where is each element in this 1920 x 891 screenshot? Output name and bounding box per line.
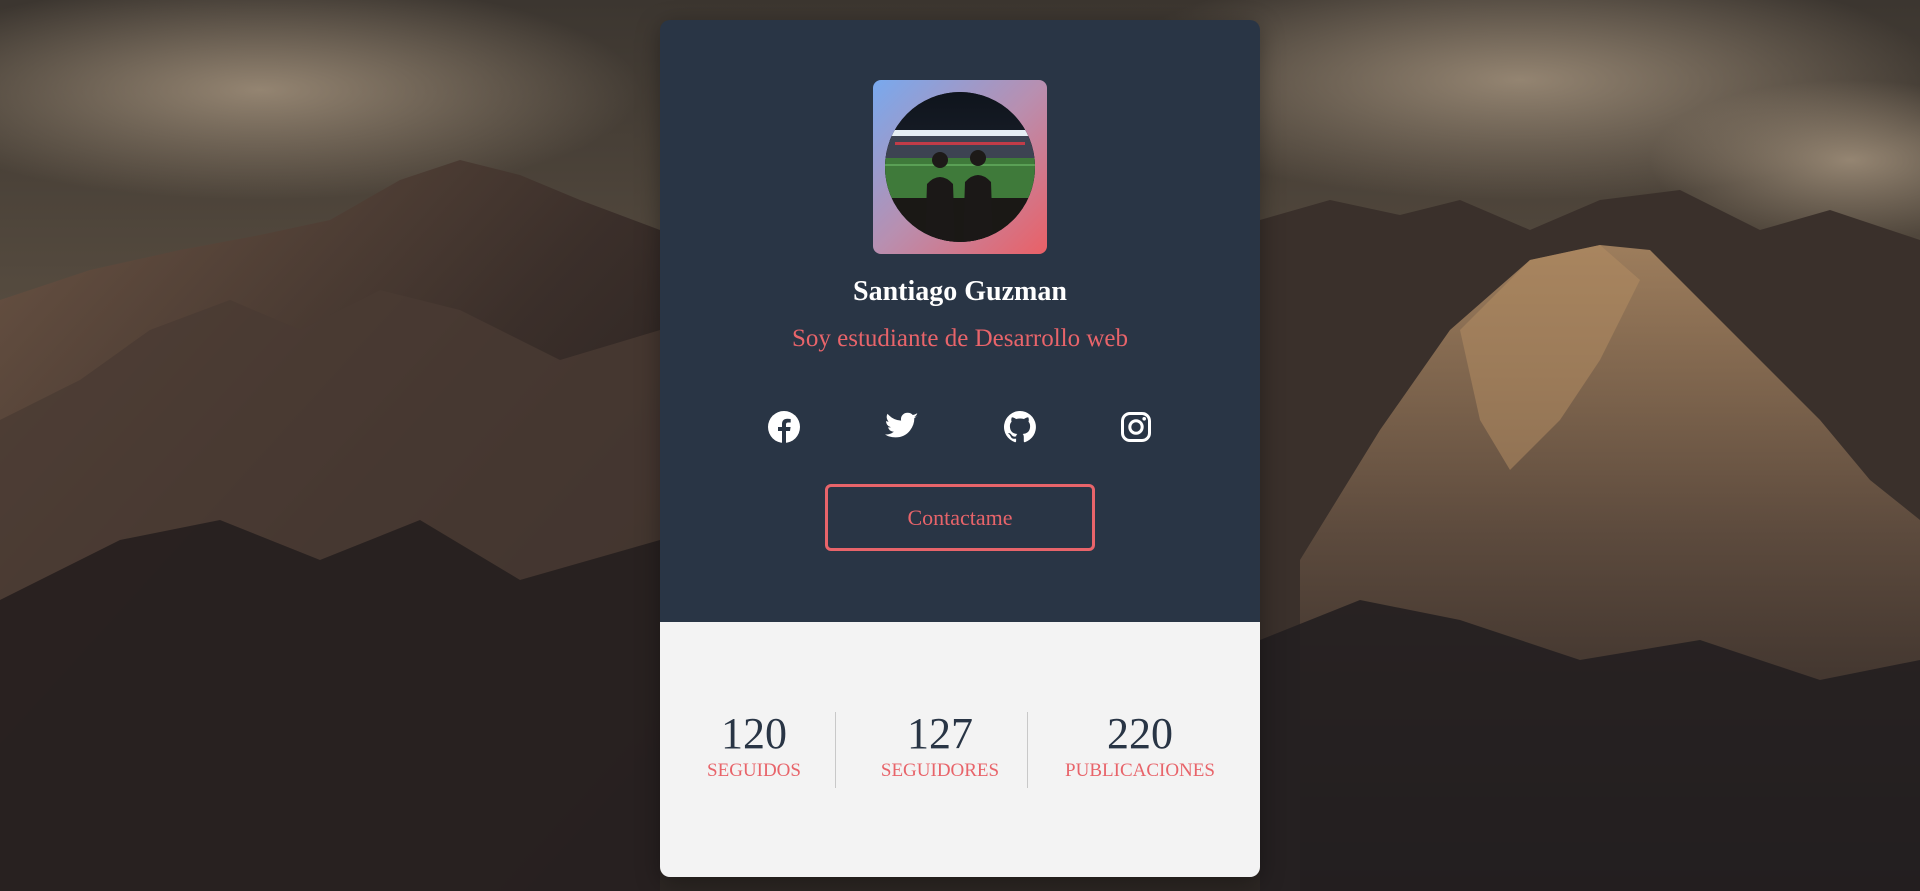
profile-header: Santiago Guzman Soy estudiante de Desarr… bbox=[660, 20, 1260, 622]
stat-divider bbox=[835, 712, 836, 788]
twitter-link[interactable] bbox=[884, 409, 920, 445]
avatar bbox=[885, 92, 1035, 242]
instagram-link[interactable] bbox=[1118, 409, 1154, 445]
profile-stats: 120 SEGUIDOS 127 SEGUIDORES 220 PUBLICAC… bbox=[660, 622, 1260, 877]
contact-button[interactable]: Contactame bbox=[825, 484, 1095, 551]
facebook-icon bbox=[768, 411, 800, 443]
stat-followers: 127 SEGUIDORES bbox=[860, 710, 1020, 782]
profile-card: Santiago Guzman Soy estudiante de Desarr… bbox=[660, 20, 1260, 877]
stat-value: 120 bbox=[721, 709, 787, 758]
twitter-icon bbox=[885, 412, 918, 438]
github-icon bbox=[1003, 411, 1036, 443]
stat-following: 120 SEGUIDOS bbox=[694, 710, 814, 782]
avatar-frame bbox=[873, 80, 1047, 254]
stat-label: SEGUIDOS bbox=[707, 760, 801, 781]
profile-name: Santiago Guzman bbox=[853, 276, 1067, 307]
stat-divider bbox=[1027, 712, 1028, 788]
stat-publications: 220 PUBLICACIONES bbox=[1050, 710, 1230, 782]
stat-label: PUBLICACIONES bbox=[1065, 760, 1215, 781]
github-link[interactable] bbox=[1002, 409, 1038, 445]
profile-bio: Soy estudiante de Desarrollo web bbox=[791, 325, 1129, 352]
facebook-link[interactable] bbox=[766, 409, 802, 445]
stat-label: SEGUIDORES bbox=[880, 760, 1000, 781]
stat-value: 127 bbox=[907, 709, 973, 758]
instagram-icon bbox=[1121, 412, 1151, 442]
stat-value: 220 bbox=[1107, 709, 1173, 758]
